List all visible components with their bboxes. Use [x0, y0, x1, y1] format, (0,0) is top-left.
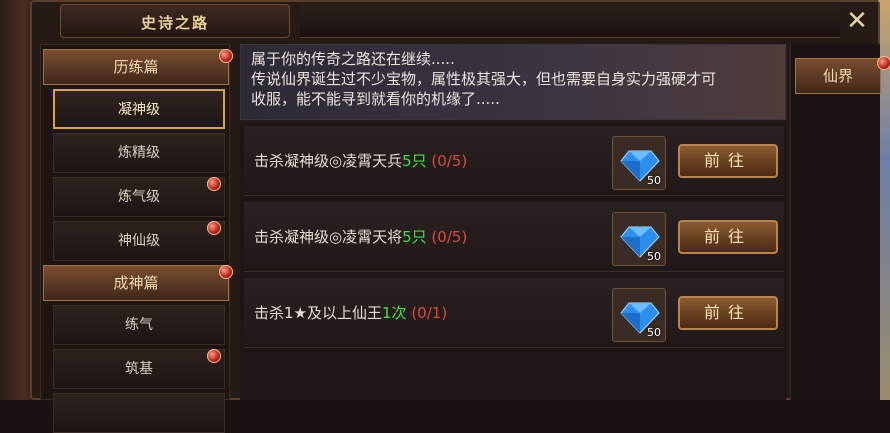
sidebar-item-lianqi-level[interactable]: 炼气级	[53, 177, 225, 217]
task-progress: (0/5)	[431, 152, 468, 170]
task-prefix: 击杀凝神级◎凌霄天将	[254, 228, 403, 246]
reward-slot[interactable]: 50	[612, 288, 666, 342]
sidebar-item-lianqi[interactable]: 练气	[53, 305, 225, 345]
description-line: 收服，能不能寻到就看你的机缘了.....	[251, 90, 500, 108]
reward-slot[interactable]: 50	[612, 212, 666, 266]
alert-dot-icon	[207, 349, 221, 363]
task-prefix: 击杀1★及以上仙王	[254, 304, 382, 322]
sidebar-item-label: 神仙级	[118, 233, 160, 249]
section-header-godhood[interactable]: 成神篇	[43, 265, 229, 301]
section-header-training[interactable]: 历练篇	[43, 49, 229, 85]
section-label: 历练篇	[113, 58, 159, 76]
sidebar-item-zhuji[interactable]: 筑基	[53, 349, 225, 389]
reward-count: 50	[647, 250, 661, 263]
reward-count: 50	[647, 174, 661, 187]
close-button[interactable]: ✕	[840, 4, 874, 38]
task-list: 击杀凝神级◎凌霄天兵5只 (0/5) 50 前往 击杀凝神级◎凌霄天将5只 (0…	[240, 122, 786, 400]
go-button[interactable]: 前往	[678, 296, 778, 330]
tab-immortal-realm[interactable]: 仙界	[795, 58, 881, 94]
task-description: 击杀凝神级◎凌霄天将5只 (0/5)	[254, 226, 467, 247]
alert-dot-icon	[877, 56, 890, 70]
sidebar-item-lianjing[interactable]: 炼精级	[53, 133, 225, 173]
reward-count: 50	[647, 326, 661, 339]
window-title: 史诗之路	[140, 14, 209, 32]
task-description: 击杀1★及以上仙王1次 (0/1)	[254, 302, 447, 323]
sidebar-item-label: 凝神级	[118, 102, 160, 118]
task-count: 5只	[402, 228, 427, 246]
description-panel: 属于你的传奇之路还在继续..... 传说仙界诞生过不少宝物，属性极其强大，但也需…	[240, 44, 786, 120]
task-prefix: 击杀凝神级◎凌霄天兵	[254, 152, 403, 170]
task-row: 击杀凝神级◎凌霄天兵5只 (0/5) 50 前往	[244, 126, 784, 196]
close-icon: ✕	[846, 6, 868, 36]
go-button[interactable]: 前往	[678, 220, 778, 254]
description-line: 属于你的传奇之路还在继续.....	[251, 50, 455, 68]
alert-dot-icon	[207, 177, 221, 191]
alert-dot-icon	[219, 49, 233, 63]
task-description: 击杀凝神级◎凌霄天兵5只 (0/5)	[254, 150, 467, 171]
task-count: 1次	[382, 304, 407, 322]
reward-slot[interactable]: 50	[612, 136, 666, 190]
right-panel: 仙界	[790, 44, 890, 400]
task-count: 5只	[402, 152, 427, 170]
task-row: 击杀凝神级◎凌霄天将5只 (0/5) 50 前往	[244, 202, 784, 272]
sidebar: 历练篇 凝神级 炼精级 炼气级 神仙级 成神篇 练气 筑基	[40, 44, 233, 433]
section-label: 成神篇	[113, 274, 159, 292]
sidebar-item-shenxian[interactable]: 神仙级	[53, 221, 225, 261]
task-progress: (0/5)	[431, 228, 468, 246]
alert-dot-icon	[219, 265, 233, 279]
sidebar-item-more[interactable]	[53, 393, 225, 433]
task-row: 击杀1★及以上仙王1次 (0/1) 50 前往	[244, 278, 784, 348]
sidebar-item-ningshen[interactable]: 凝神级	[53, 89, 225, 129]
alert-dot-icon	[207, 221, 221, 235]
description-line: 传说仙界诞生过不少宝物，属性极其强大，但也需要自身实力强硬才可	[251, 70, 717, 88]
window-title-bar: 史诗之路	[60, 4, 290, 38]
task-progress: (0/1)	[411, 304, 448, 322]
go-button[interactable]: 前往	[678, 144, 778, 178]
sidebar-item-label: 练气	[125, 317, 153, 333]
sidebar-item-label: 炼气级	[118, 189, 160, 205]
sidebar-item-label: 筑基	[125, 361, 153, 377]
top-strip	[300, 4, 840, 38]
sidebar-item-label: 炼精级	[118, 145, 160, 161]
